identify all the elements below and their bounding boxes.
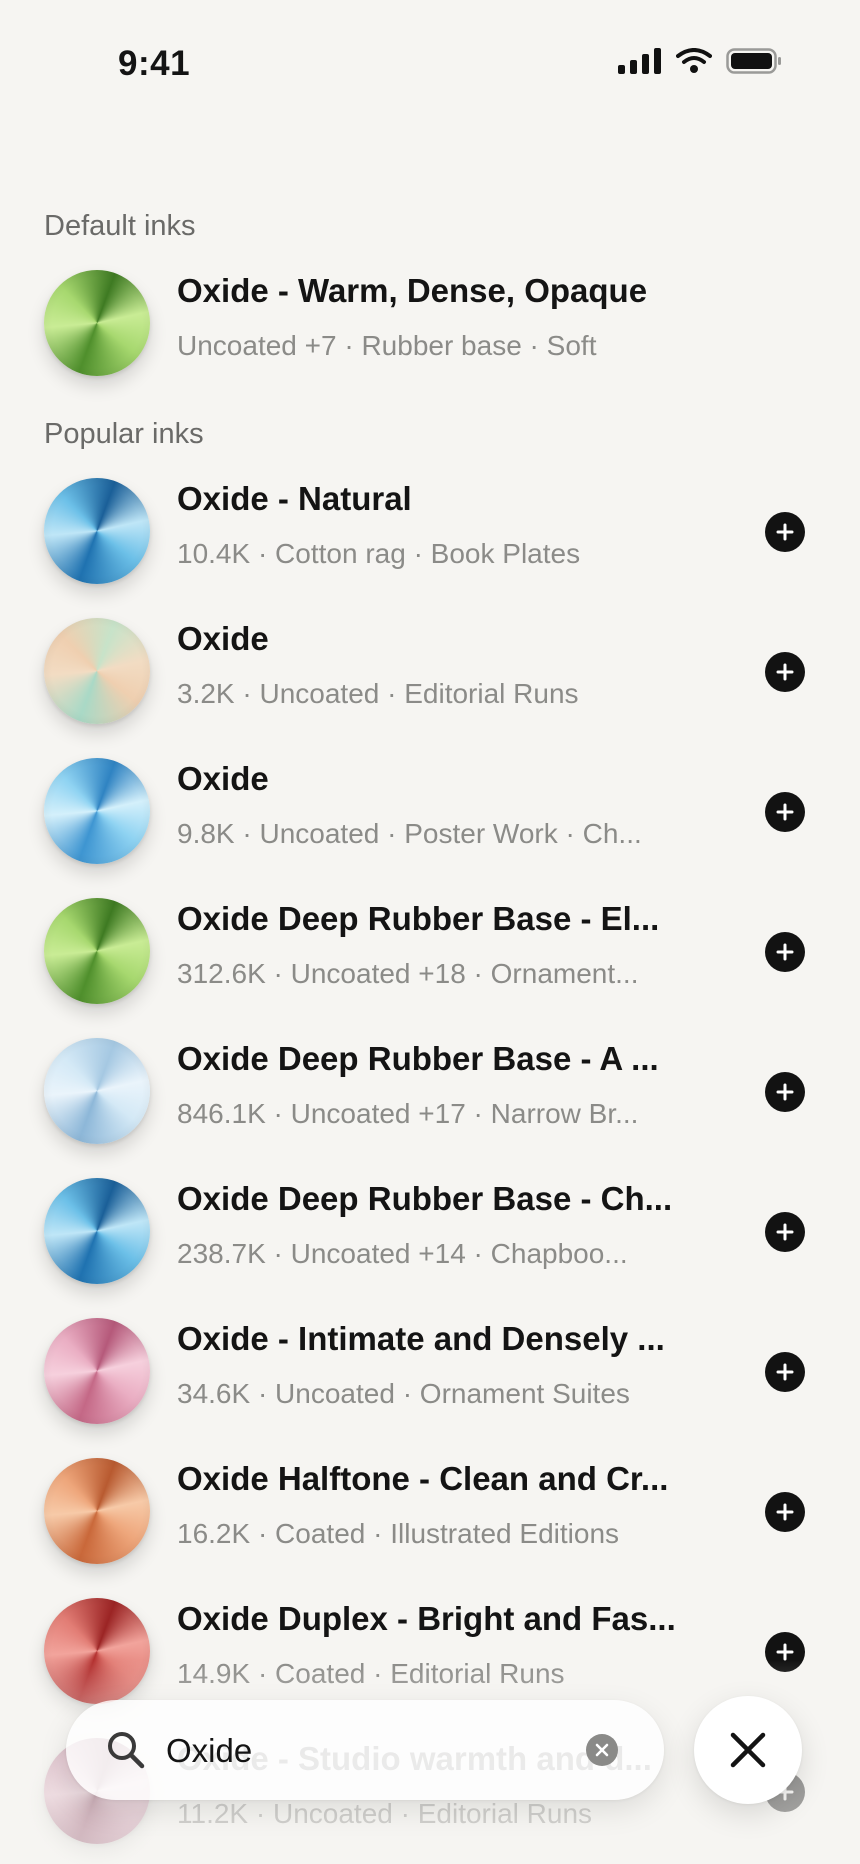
- add-ink-button[interactable]: [765, 792, 805, 832]
- status-bar: 9:41: [0, 0, 860, 130]
- ink-swatch: [44, 1318, 150, 1424]
- ink-title: Oxide Deep Rubber Base - Ch...: [177, 1180, 673, 1217]
- ink-subtitle: 312.6K · Uncoated +18 · Ornament...: [177, 958, 639, 989]
- section-label-popular: Popular inks: [44, 418, 204, 450]
- clear-icon: [595, 1743, 609, 1757]
- status-icons: [618, 48, 782, 74]
- ink-subtitle: 16.2K · Coated · Illustrated Editions: [177, 1518, 620, 1549]
- ink-row[interactable]: Oxide Halftone - Clean and Cr... 16.2K · …: [0, 1450, 860, 1570]
- search-icon: [108, 1732, 145, 1769]
- plus-icon: [776, 523, 794, 541]
- ink-row[interactable]: Oxide - Natural 10.4K · Cotton rag · Book…: [0, 470, 860, 590]
- ink-title: Oxide - Warm, Dense, Opaque: [177, 272, 648, 309]
- plus-icon: [776, 943, 794, 961]
- ink-swatch: [44, 270, 150, 376]
- ink-swatch: [44, 898, 150, 1004]
- ink-title: Oxide: [177, 760, 269, 797]
- ink-title: Oxide - Natural: [177, 480, 412, 517]
- wifi-icon: [676, 48, 712, 73]
- plus-icon: [776, 1363, 794, 1381]
- ink-row[interactable]: Oxide - Warm, Dense, Opaque Uncoated +7 ·…: [0, 262, 860, 382]
- add-ink-button[interactable]: [765, 1072, 805, 1112]
- ink-subtitle: 34.6K · Uncoated · Ornament Suites: [177, 1378, 630, 1409]
- add-ink-button[interactable]: [765, 1352, 805, 1392]
- ink-swatch: [44, 1038, 150, 1144]
- ink-title: Oxide Deep Rubber Base - El...: [177, 900, 660, 937]
- ink-swatch: [44, 1178, 150, 1284]
- ink-swatch: [44, 758, 150, 864]
- ink-subtitle: 9.8K · Uncoated · Poster Work · Ch...: [177, 818, 642, 849]
- search-bar[interactable]: [66, 1700, 664, 1800]
- ink-swatch: [44, 1598, 150, 1704]
- ink-subtitle: Uncoated +7 · Rubber base · Soft: [177, 330, 597, 361]
- add-ink-button[interactable]: [765, 1492, 805, 1532]
- add-ink-button[interactable]: [765, 1632, 805, 1672]
- ink-swatch: [44, 618, 150, 724]
- ink-title: Oxide Halftone - Clean and Cr...: [177, 1460, 669, 1497]
- ink-title: Oxide - Intimate and Densely ...: [177, 1320, 665, 1357]
- ink-row[interactable]: Oxide 9.8K · Uncoated · Poster Work · Ch.…: [0, 750, 860, 870]
- search-input[interactable]: [164, 1724, 548, 1778]
- ink-row[interactable]: Oxide Duplex - Bright and Fas... 14.9K · …: [0, 1590, 860, 1710]
- section-label-default: Default inks: [44, 210, 196, 242]
- add-ink-button[interactable]: [765, 512, 805, 552]
- add-ink-button[interactable]: [765, 1212, 805, 1252]
- close-button[interactable]: [694, 1696, 802, 1804]
- ink-subtitle: 10.4K · Cotton rag · Book Plates: [177, 538, 581, 569]
- ink-subtitle: 846.1K · Uncoated +17 · Narrow Br...: [177, 1098, 639, 1129]
- battery-icon: [726, 48, 781, 74]
- plus-icon: [776, 1503, 794, 1521]
- ink-row[interactable]: Oxide Deep Rubber Base - A ... 846.1K · U…: [0, 1030, 860, 1150]
- ink-title: Oxide Duplex - Bright and Fas...: [177, 1600, 676, 1637]
- ink-row[interactable]: Oxide Deep Rubber Base - El... 312.6K · U…: [0, 890, 860, 1010]
- plus-icon: [776, 1223, 794, 1241]
- ink-subtitle: 3.2K · Uncoated · Editorial Runs: [177, 678, 579, 709]
- clear-search-button[interactable]: [586, 1734, 618, 1766]
- add-ink-button[interactable]: [765, 932, 805, 972]
- plus-icon: [776, 1643, 794, 1661]
- plus-icon: [776, 803, 794, 821]
- ink-subtitle: 238.7K · Uncoated +14 · Chapboo...: [177, 1238, 628, 1269]
- ink-subtitle: 11.2K · Uncoated · Editorial Runs: [177, 1798, 593, 1829]
- ink-row[interactable]: Oxide 3.2K · Uncoated · Editorial Runs: [0, 610, 860, 730]
- ink-subtitle: 14.9K · Coated · Editorial Runs: [177, 1658, 565, 1689]
- ink-row[interactable]: Oxide - Intimate and Densely ... 34.6K · …: [0, 1310, 860, 1430]
- close-icon: [730, 1732, 766, 1768]
- ink-title: Oxide: [177, 620, 269, 657]
- plus-icon: [776, 1083, 794, 1101]
- ink-row[interactable]: Oxide Deep Rubber Base - Ch... 238.7K · U…: [0, 1170, 860, 1290]
- add-ink-button[interactable]: [765, 652, 805, 692]
- status-time: 9:41: [118, 44, 191, 83]
- signal-icon: [618, 48, 661, 74]
- ink-title: Oxide Deep Rubber Base - A ...: [177, 1040, 659, 1077]
- ink-swatch: [44, 1458, 150, 1564]
- ink-swatch: [44, 478, 150, 584]
- plus-icon: [776, 663, 794, 681]
